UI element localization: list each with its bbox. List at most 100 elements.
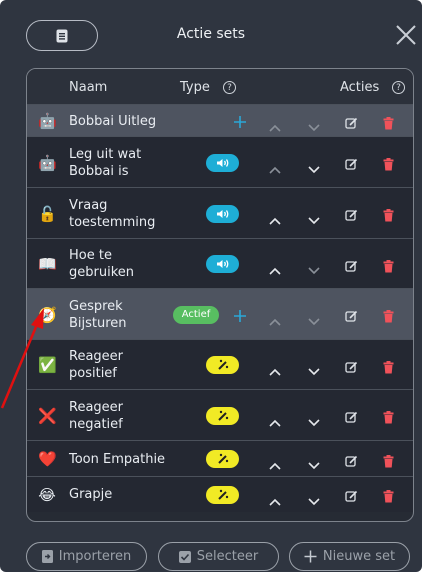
type-help-icon[interactable]: ? <box>223 81 236 94</box>
row-name: Hoe te gebruiken <box>69 247 179 281</box>
move-up-chevron-icon[interactable] <box>269 491 283 506</box>
add-action-plus-icon[interactable] <box>233 308 247 327</box>
delete-trash-icon[interactable] <box>383 207 397 222</box>
edit-icon[interactable] <box>345 359 359 373</box>
row-name: Grapje <box>69 486 179 503</box>
row-name-line: Bobbai Uitleg <box>69 113 157 129</box>
action-sets-table: Naam Type ? Acties ? 🤖 Bobbai Uitleg 🤖 Leg … <box>26 68 414 522</box>
edit-icon[interactable] <box>345 258 359 272</box>
column-type: Type <box>180 80 210 95</box>
row-name-line: Grapje <box>69 487 113 502</box>
annotation-arrow-icon <box>0 308 44 409</box>
move-up-chevron-icon[interactable] <box>269 117 283 132</box>
magic-wand-icon <box>217 489 229 501</box>
import-button[interactable]: Importeren <box>26 542 147 571</box>
edit-icon[interactable] <box>345 488 359 502</box>
magic-wand-icon <box>217 453 229 465</box>
delete-trash-icon[interactable] <box>383 156 397 171</box>
move-up-chevron-icon[interactable] <box>269 159 283 174</box>
row-name-line: Reageer <box>69 399 124 415</box>
table-row[interactable]: ❌ Reageer negatief <box>27 389 413 441</box>
acties-help-icon[interactable]: ? <box>392 81 405 94</box>
row-name-line: Toon Empathie <box>69 451 166 467</box>
move-down-chevron-icon[interactable] <box>308 361 322 376</box>
close-icon[interactable] <box>395 24 417 46</box>
panel-title: Actie sets <box>176 26 246 42</box>
move-down-chevron-icon[interactable] <box>308 491 322 505</box>
row-name-line: negatief <box>69 416 123 432</box>
table-row[interactable]: 📖 Hoe te gebruiken <box>27 238 413 289</box>
action-type-badge[interactable] <box>206 406 239 425</box>
move-up-chevron-icon[interactable] <box>269 311 283 326</box>
plus-icon <box>304 550 317 563</box>
new-set-button[interactable]: Nieuwe set <box>289 542 410 571</box>
row-name-line: Reageer <box>69 349 124 364</box>
delete-trash-icon[interactable] <box>383 488 397 503</box>
add-action-plus-icon[interactable] <box>233 114 247 133</box>
move-down-chevron-icon[interactable] <box>308 455 322 470</box>
action-type-badge[interactable] <box>206 450 239 468</box>
speaker-icon <box>216 158 230 168</box>
row-name: Gesprek Bijsturen <box>69 298 179 332</box>
table-row[interactable]: 🧭 Gesprek Bijsturen Actief <box>27 288 413 340</box>
delete-trash-icon[interactable] <box>383 409 397 424</box>
move-down-chevron-icon[interactable] <box>308 412 322 426</box>
magic-wand-icon <box>217 410 229 422</box>
row-name: Vraag toestemming <box>69 197 179 231</box>
active-badge: Actief <box>173 305 219 324</box>
action-type-badge[interactable] <box>206 356 239 374</box>
row-name: Toon Empathie <box>69 451 179 468</box>
table-row[interactable]: 🤖 Bobbai Uitleg <box>27 104 413 137</box>
new-set-label: Nieuwe set <box>322 549 396 564</box>
speech-type-badge[interactable] <box>206 255 239 273</box>
move-down-chevron-icon[interactable] <box>308 159 322 173</box>
speaker-icon <box>216 259 230 269</box>
move-down-chevron-icon[interactable] <box>308 210 322 224</box>
table-row[interactable]: 😂 Grapje <box>27 476 413 512</box>
edit-icon[interactable] <box>345 308 359 322</box>
move-up-chevron-icon[interactable] <box>269 412 283 427</box>
edit-icon[interactable] <box>345 115 359 129</box>
speech-type-badge[interactable] <box>206 204 239 223</box>
delete-trash-icon[interactable] <box>383 453 397 467</box>
move-down-chevron-icon[interactable] <box>308 311 322 325</box>
row-name-line: gebruiken <box>69 265 134 280</box>
row-name: Bobbai Uitleg <box>69 113 179 130</box>
move-up-chevron-icon[interactable] <box>269 455 283 470</box>
table-row[interactable]: ✅ Reageer positief <box>27 339 413 390</box>
edit-icon[interactable] <box>345 207 359 221</box>
row-name-line: Bijsturen <box>69 315 127 331</box>
edit-icon[interactable] <box>345 409 359 423</box>
row-name-line: Leg uit wat <box>69 146 142 162</box>
move-up-chevron-icon[interactable] <box>269 260 283 275</box>
row-name-line: toestemming <box>69 214 156 230</box>
speech-type-badge[interactable] <box>206 153 239 172</box>
delete-trash-icon[interactable] <box>383 115 397 129</box>
move-down-chevron-icon[interactable] <box>308 117 322 132</box>
row-name: Reageer negatief <box>69 399 179 433</box>
move-up-chevron-icon[interactable] <box>269 361 283 376</box>
panel-header: Actie sets <box>0 0 422 58</box>
row-name-line: Vraag <box>69 197 108 213</box>
move-down-chevron-icon[interactable] <box>308 260 322 275</box>
table-row[interactable]: ❤️ Toon Empathie <box>27 440 413 477</box>
move-up-chevron-icon[interactable] <box>269 210 283 225</box>
edit-icon[interactable] <box>345 156 359 170</box>
row-name-line: Gesprek <box>69 298 123 314</box>
delete-trash-icon[interactable] <box>383 258 397 272</box>
row-name: Leg uit wat Bobbai is <box>69 146 179 180</box>
delete-trash-icon[interactable] <box>383 308 397 323</box>
table-row[interactable]: 🔓 Vraag toestemming <box>27 187 413 239</box>
select-label: Selecteer <box>196 549 259 564</box>
row-emoji-icon: 😂 <box>38 485 56 504</box>
table-row[interactable]: 🤖 Leg uit wat Bobbai is <box>27 136 413 188</box>
import-label: Importeren <box>58 549 132 564</box>
edit-icon[interactable] <box>345 453 359 467</box>
select-button[interactable]: Selecteer <box>158 542 279 571</box>
action-type-badge[interactable] <box>206 485 239 504</box>
column-header-row: Naam Type ? Acties ? <box>27 69 413 104</box>
column-naam: Naam <box>69 80 108 95</box>
action-sets-panel: Actie sets Naam Type ? Acties ? 🤖 Bobbai … <box>0 0 422 572</box>
delete-trash-icon[interactable] <box>383 359 397 373</box>
speaker-icon <box>216 209 230 219</box>
